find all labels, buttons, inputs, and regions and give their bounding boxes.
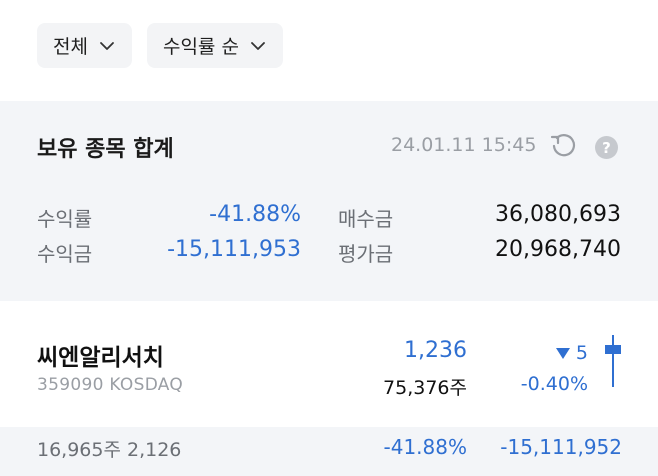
holding-detail-row: 16,965주 2,126 -41.88% -15,111,952	[0, 427, 658, 476]
candle-icon	[603, 335, 623, 387]
scope-filter-button[interactable]: 전체	[37, 23, 132, 68]
scope-filter-label: 전체	[53, 36, 88, 58]
return-rate-label: 수익률	[37, 207, 93, 231]
valuation-value: 20,968,740	[495, 237, 621, 262]
holdings-summary-card: 보유 종목 합계 24.01.11 15:45 ? 수익률 -41.88% 매수…	[0, 101, 658, 301]
stock-change-pct: -0.40%	[520, 373, 588, 395]
sort-filter-label: 수익률 순	[162, 36, 239, 58]
purchase-amount-label: 매수금	[338, 207, 394, 231]
stock-code-market: 359090 KOSDAQ	[37, 375, 184, 395]
sort-filter-button[interactable]: 수익률 순	[146, 23, 283, 68]
stock-change-value: 5	[575, 342, 588, 364]
chevron-down-icon	[249, 37, 267, 55]
holding-shares-avg: 16,965주 2,126	[37, 439, 182, 461]
return-rate-value: -41.88%	[209, 202, 301, 227]
holding-return-rate: -41.88%	[383, 435, 467, 459]
profit-value: -15,111,953	[167, 237, 301, 262]
summary-timestamp: 24.01.11 15:45	[391, 134, 537, 156]
filter-bar: 전체 수익률 순	[37, 23, 283, 68]
help-icon[interactable]: ?	[595, 136, 618, 159]
stock-quantity: 75,376주	[383, 377, 467, 399]
valuation-label: 평가금	[338, 242, 394, 266]
purchase-amount-value: 36,080,693	[495, 202, 621, 227]
down-triangle-icon	[555, 347, 570, 359]
stock-change: 5	[555, 342, 588, 364]
stock-name: 씨엔알리서치	[37, 345, 164, 371]
chevron-down-icon	[98, 37, 116, 55]
profit-label: 수익금	[37, 242, 93, 266]
holding-profit: -15,111,952	[500, 435, 622, 459]
stock-price: 1,236	[404, 338, 467, 363]
refresh-icon[interactable]	[550, 133, 576, 159]
stock-list-item[interactable]: 씨엔알리서치 359090 KOSDAQ 1,236 75,376주 5 -0.…	[0, 320, 658, 420]
summary-title: 보유 종목 합계	[37, 137, 174, 162]
